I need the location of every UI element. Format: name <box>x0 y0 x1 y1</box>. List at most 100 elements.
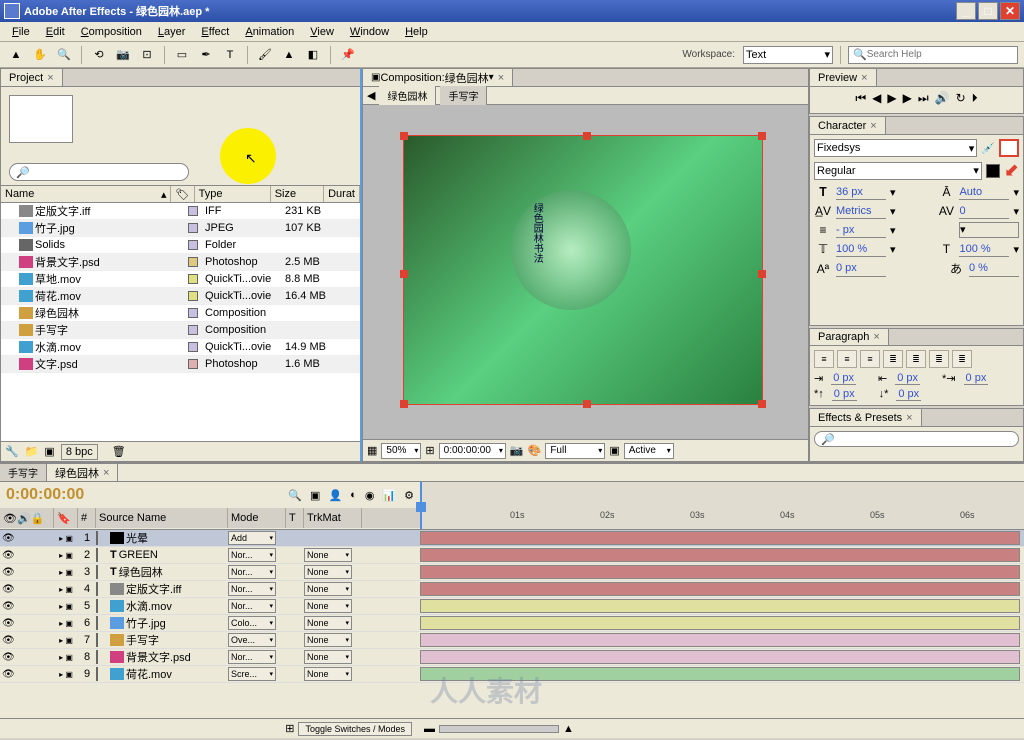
project-item[interactable]: 荷花.mov QuickTi...ovie16.4 MB <box>1 288 360 305</box>
selection-tool[interactable]: ▲ <box>6 45 26 65</box>
minimize-button[interactable]: _ <box>956 2 976 20</box>
font-select[interactable]: Fixedsys▾ <box>814 139 977 157</box>
space-before[interactable]: 0 px <box>832 388 857 401</box>
font-size[interactable]: 36 px <box>836 184 886 200</box>
last-frame-button[interactable]: ⏭ <box>918 91 929 106</box>
camera-tool[interactable]: 📷 <box>113 45 133 65</box>
channel-icon[interactable]: 🎨 <box>528 444 542 457</box>
leading[interactable]: Auto <box>959 184 1009 200</box>
brainstorm-icon[interactable]: ⚙ <box>404 489 414 502</box>
blend-mode-select[interactable]: Colo... <box>228 616 276 630</box>
indent-left[interactable]: 0 px <box>831 372 856 385</box>
justify-right-button[interactable]: ≣ <box>929 350 949 368</box>
baseline[interactable]: 0 px <box>836 261 886 277</box>
search-help-input[interactable] <box>867 49 1013 60</box>
search-help[interactable]: 🔍 <box>848 46 1018 64</box>
indent-first[interactable]: 0 px <box>964 372 989 385</box>
justify-center-button[interactable]: ≣ <box>906 350 926 368</box>
align-left-button[interactable]: ≡ <box>814 350 834 368</box>
align-right-button[interactable]: ≡ <box>860 350 880 368</box>
frame-blend-icon[interactable]: ◐ <box>350 489 357 501</box>
layer-row[interactable]: 👁 ▸ ▣ 1 光晕 Add <box>0 530 1024 547</box>
project-item[interactable]: 草地.mov QuickTi...ovie8.8 MB <box>1 271 360 288</box>
justify-all-button[interactable]: ≣ <box>952 350 972 368</box>
justify-left-button[interactable]: ≣ <box>883 350 903 368</box>
composition-tab[interactable]: ▣ Composition: 绿色园林 ▾× <box>363 69 513 86</box>
zoom-in-icon[interactable]: ▲ <box>563 723 574 735</box>
maximize-button[interactable]: □ <box>978 2 998 20</box>
blend-mode-select[interactable]: Nor... <box>228 650 276 664</box>
vscale[interactable]: 100 % <box>836 241 886 257</box>
shy-icon[interactable]: 👤 <box>328 489 342 502</box>
menu-animation[interactable]: Animation <box>237 24 302 40</box>
time-ruler[interactable]: 01s02s03s04s05s06s <box>420 482 1024 529</box>
project-item[interactable]: 文字.psd Photoshop1.6 MB <box>1 356 360 373</box>
project-list[interactable]: 定版文字.iff IFF231 KB竹子.jpg JPEG107 KBSolid… <box>1 203 360 441</box>
timecode[interactable]: 0:00:00:00 <box>6 486 84 504</box>
space-after[interactable]: 0 px <box>896 388 921 401</box>
layer-row[interactable]: 👁 ▸ ▣ 5 水滴.mov Nor... None <box>0 598 1024 615</box>
effects-tab[interactable]: Effects & Presets× <box>810 409 922 426</box>
timeline-tab[interactable]: 手写字 <box>0 464 47 481</box>
paragraph-tab[interactable]: Paragraph× <box>810 329 889 345</box>
resolution-select[interactable]: Full <box>545 443 605 459</box>
visibility-icon[interactable]: 👁 <box>2 669 15 680</box>
zoom-tool[interactable]: 🔍 <box>54 45 74 65</box>
audio-button[interactable]: 🔊 <box>935 91 950 106</box>
pan-behind-tool[interactable]: ⊡ <box>137 45 157 65</box>
trash-icon[interactable]: 🗑 <box>112 445 126 458</box>
canvas[interactable]: 绿色园林书法 <box>403 135 763 405</box>
zoom-select[interactable]: 50% <box>381 443 421 459</box>
clone-tool[interactable]: ▲ <box>279 45 299 65</box>
layer-row[interactable]: 👁 ▸ ▣ 8 背景文字.psd Nor... None <box>0 649 1024 666</box>
menu-window[interactable]: Window <box>342 24 397 40</box>
stroke-width[interactable]: - px <box>836 222 886 238</box>
visibility-icon[interactable]: 👁 <box>2 618 15 629</box>
playhead[interactable] <box>420 482 422 529</box>
comp-mini-icon[interactable]: ▣ <box>310 489 320 502</box>
zoom-slider[interactable] <box>439 725 559 733</box>
character-tab[interactable]: Character× <box>810 117 886 134</box>
visibility-icon[interactable]: 👁 <box>2 635 15 646</box>
pen-tool[interactable]: ✒ <box>196 45 216 65</box>
comp-icon[interactable]: ▣ <box>44 445 54 458</box>
visibility-icon[interactable]: 👁 <box>2 601 15 612</box>
effects-search[interactable]: 🔎 <box>814 431 1019 447</box>
close-icon[interactable]: × <box>498 72 504 84</box>
workspace-select[interactable]: Text▾ <box>743 46 833 64</box>
stroke-color[interactable] <box>986 164 1000 178</box>
project-item[interactable]: 手写字 Composition <box>1 322 360 339</box>
font-style-select[interactable]: Regular▾ <box>814 162 982 180</box>
tsume[interactable]: 0 % <box>969 261 1019 277</box>
toggle-switches-button[interactable]: Toggle Switches / Modes <box>298 722 412 736</box>
tracking[interactable]: 0 <box>959 203 1009 219</box>
res-icon[interactable]: ⊞ <box>425 444 434 457</box>
comp-subtab[interactable]: 手写字 <box>440 86 487 105</box>
layer-row[interactable]: 👁 ▸ ▣ 7 手写字 Ove... None <box>0 632 1024 649</box>
loop-button[interactable]: ↻ <box>956 91 966 106</box>
graph-icon[interactable]: 📊 <box>382 489 396 502</box>
menu-edit[interactable]: Edit <box>38 24 73 40</box>
eyedropper-icon[interactable]: 💉 <box>981 142 995 155</box>
close-icon[interactable]: × <box>47 72 53 84</box>
menu-effect[interactable]: Effect <box>193 24 237 40</box>
layer-row[interactable]: 👁 ▸ ▣ 3 T 绿色园林 Nor... None <box>0 564 1024 581</box>
grid-icon[interactable]: ▦ <box>367 444 377 457</box>
fill-color[interactable] <box>999 139 1019 157</box>
time-display[interactable]: 0:00:00:00 <box>439 443 506 459</box>
switches-icon[interactable]: ⊞ <box>285 722 294 735</box>
active-camera[interactable]: Active <box>624 443 674 459</box>
visibility-icon[interactable]: 👁 <box>2 550 15 561</box>
visibility-icon[interactable]: 👁 <box>2 567 15 578</box>
rect-tool[interactable]: ▭ <box>172 45 192 65</box>
blend-mode-select[interactable]: Nor... <box>228 582 276 596</box>
layer-row[interactable]: 👁 ▸ ▣ 6 竹子.jpg Colo... None <box>0 615 1024 632</box>
project-tab[interactable]: Project× <box>1 69 63 86</box>
eraser-tool[interactable]: ◧ <box>303 45 323 65</box>
play-button[interactable]: ▶ <box>887 91 896 106</box>
layer-row[interactable]: 👁 ▸ ▣ 2 T GREEN Nor... None <box>0 547 1024 564</box>
project-item[interactable]: Solids Folder <box>1 237 360 254</box>
search-icon[interactable]: 🔍 <box>288 489 302 502</box>
project-item[interactable]: 绿色园林 Composition <box>1 305 360 322</box>
project-item[interactable]: 背景文字.psd Photoshop2.5 MB <box>1 254 360 271</box>
